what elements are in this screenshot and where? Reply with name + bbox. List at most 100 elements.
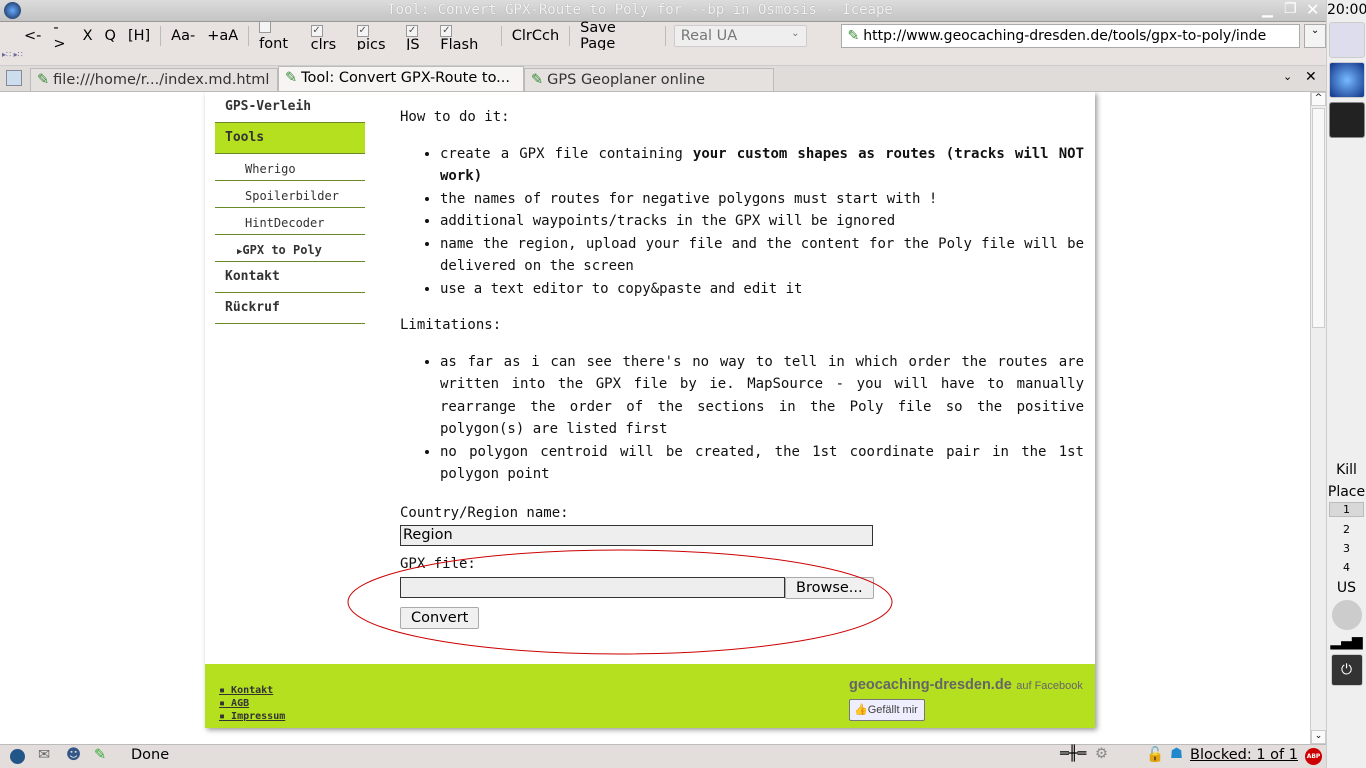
chevron-down-icon: ⌄ [791,28,800,39]
bookmark-icon: ✎ [531,72,544,88]
sidebar: GPS-Verleih Tools Wherigo Spoilerbilder … [215,92,365,324]
link-text[interactable]: Impressum [231,711,285,722]
close-tab-icon[interactable]: ✕ [1305,69,1317,85]
side-panel: 20:00 Kill Place 1 2 3 4 US ▂▄▆ ⏻ [1326,0,1366,768]
adblock-icon[interactable]: ABP [1305,748,1322,765]
chat-icon[interactable]: ☻ [66,747,81,763]
facebook-site-link[interactable]: geocaching-dresden.de [849,677,1012,693]
user-agent-select[interactable]: Real UA ⌄ [673,25,807,47]
toggle-flash[interactable]: ✓Flash [436,20,496,53]
checkbox[interactable]: ✓ [356,24,369,37]
url-dropdown-button[interactable]: ⌄ [1304,24,1326,48]
forward-button[interactable]: -> [47,20,76,52]
volume-icon[interactable] [1331,600,1362,630]
page-content: GPS-Verleih Tools Wherigo Spoilerbilder … [0,92,1310,744]
sidebar-item-gpx-to-poly[interactable]: ▶GPX to Poly [215,235,365,262]
navigator-icon[interactable] [10,749,25,764]
list-item: create a GPX file containing your custom… [440,143,1084,188]
composer-icon[interactable]: ✎ [94,747,106,763]
place-button[interactable]: Place [1327,484,1366,500]
system-monitor-icon[interactable] [1328,102,1365,138]
checkbox[interactable]: ✓ [310,24,323,37]
stop-button[interactable]: X [77,28,99,44]
unlock-icon: 🔓 [1146,747,1165,763]
footer-link-kontakt[interactable]: ▪ Kontakt [219,684,285,697]
sidebar-item-gps-verleih[interactable]: GPS-Verleih [215,92,365,123]
keyboard-layout[interactable]: US [1327,580,1366,596]
kill-button[interactable]: Kill [1327,462,1366,478]
item-label: GPX to Poly [242,243,322,257]
clear-cache-button[interactable]: ClrCch [506,28,565,44]
vertical-scrollbar[interactable]: ^ ⌄ [1310,92,1326,744]
tab-label: Tool: Convert GPX-Route to... [301,70,511,86]
minimize-button[interactable]: ▁ [1262,2,1273,18]
quit-button[interactable]: Q [99,28,122,44]
desktop-1[interactable]: 1 [1329,502,1364,517]
toggle-js[interactable]: ✓JS [404,20,436,53]
connection-icon: ═╫═ [1060,746,1087,762]
url-text: http://www.geocaching-dresden.de/tools/g… [863,28,1267,44]
mail-icon[interactable]: ✉ [38,747,50,763]
toggle-pics[interactable]: ✓pics [353,20,404,53]
checkbox[interactable]: ✓ [406,24,419,37]
font-smaller-button[interactable]: Aa- [165,28,201,44]
text-editor-launcher-icon[interactable] [1328,22,1365,58]
limitations-list: as far as i can see there's no way to te… [440,351,1084,486]
font-larger-button[interactable]: +aA [201,28,244,44]
checkbox[interactable] [259,21,272,33]
desktop-4[interactable]: 4 [1327,561,1366,574]
scroll-down-button[interactable]: ⌄ [1311,730,1326,744]
scrollbar-thumb[interactable] [1312,108,1325,328]
bookmark-icon: ✎ [37,72,50,88]
power-icon[interactable]: ⏻ [1330,654,1363,686]
checkbox[interactable]: ✓ [440,24,453,37]
seamonkey-launcher-icon[interactable] [1328,62,1365,98]
status-bar: ✉ ☻ ✎ Done ═╫═ ⚙ 🔓 ☗ Blocked: 1 of 1 ABP [0,744,1326,768]
maximize-button[interactable]: ❐ [1284,1,1297,17]
footer: ▪ Kontakt ▪ AGB ▪ Impressum geocaching-d… [205,664,1095,728]
home-button[interactable]: [H] [122,28,156,44]
list-item: no polygon centroid will be created, the… [440,441,1084,486]
separator [664,26,666,46]
tab-label: file:///home/r.../index.md.html [53,72,270,88]
footer-link-agb[interactable]: ▪ AGB [219,697,285,710]
url-bar[interactable]: ✎ http://www.geocaching-dresden.de/tools/… [840,24,1301,48]
tab-list-icon[interactable]: ⌄ [1283,70,1292,83]
list-item: use a text editor to copy&paste and edit… [440,278,1084,301]
link-text[interactable]: AGB [231,698,249,709]
facebook-like-button[interactable]: 👍Gefällt mir [849,699,925,721]
sidebar-item-kontakt[interactable]: Kontakt [215,262,365,293]
facebook-suffix: auf Facebook [1016,680,1083,692]
footer-link-impressum[interactable]: ▪ Impressum [219,710,285,723]
toolbar-grippy[interactable]: ▸∷ ▸∷ [0,50,1326,66]
separator [569,26,571,46]
back-button[interactable]: <- [18,28,47,44]
ghostery-icon[interactable]: ☗ [1170,746,1183,762]
toggle-font[interactable]: font [253,20,308,52]
scroll-up-button[interactable]: ^ [1311,92,1326,106]
tab-label: GPS Geoplaner online [547,72,706,88]
close-window-button[interactable]: ✕ [1306,0,1319,19]
signal-icon[interactable]: ▂▄▆ [1327,634,1366,650]
clock: 20:00 [1327,2,1366,18]
toolbar: <- -> X Q [H] Aa- +aA font ✓clrs ✓pics ✓… [0,20,1326,53]
sidebar-item-wherigo[interactable]: Wherigo [215,154,365,181]
tab-file[interactable]: ✎ file:///home/r.../index.md.html [30,68,278,92]
sidebar-item-rueckruf[interactable]: Rückruf [215,293,365,324]
tab-geoplaner[interactable]: ✎ GPS Geoplaner online [524,68,774,92]
list-item: as far as i can see there's no way to te… [440,351,1084,441]
link-text[interactable]: Kontakt [231,685,273,696]
status-text: Done [131,747,170,763]
sidebar-item-hintdecoder[interactable]: HintDecoder [215,208,365,235]
sidebar-item-spoilerbilder[interactable]: Spoilerbilder [215,181,365,208]
blocked-count-link[interactable]: Blocked: 1 of 1 [1190,747,1298,763]
toggle-clrs[interactable]: ✓clrs [309,20,353,53]
desktop-2[interactable]: 2 [1327,523,1366,536]
desktop-3[interactable]: 3 [1327,542,1366,555]
sidebar-item-tools[interactable]: Tools [215,123,365,154]
new-tab-icon[interactable] [6,70,22,86]
list-item: additional waypoints/tracks in the GPX w… [440,210,1084,233]
bookmark-icon: ✎ [285,70,298,86]
save-page-button[interactable]: Save Page [574,20,661,52]
tab-gpx-tool[interactable]: ✎ Tool: Convert GPX-Route to... [278,66,524,92]
